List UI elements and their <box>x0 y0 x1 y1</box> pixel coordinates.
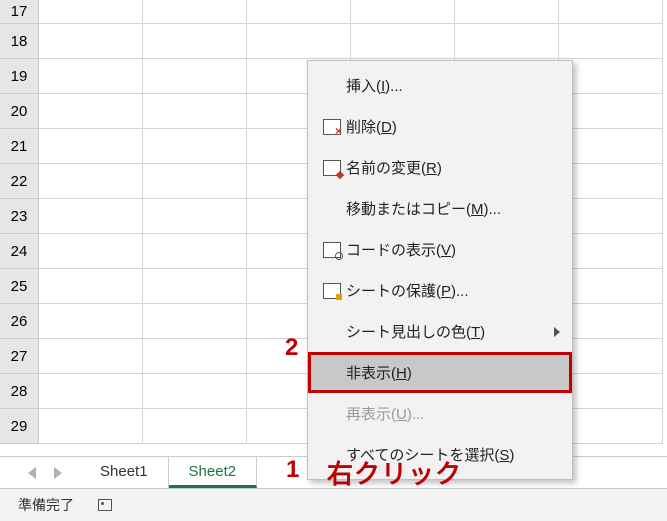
cell[interactable] <box>39 374 143 409</box>
sheet-tab-sheet1[interactable]: Sheet1 <box>80 457 169 488</box>
cell[interactable] <box>559 129 663 164</box>
cell[interactable] <box>39 234 143 269</box>
protect-sheet-icon <box>318 283 346 299</box>
row-header[interactable]: 25 <box>0 269 39 304</box>
cell[interactable] <box>559 164 663 199</box>
annotation-number-2: 2 <box>285 334 298 362</box>
cell[interactable] <box>143 304 247 339</box>
cell[interactable] <box>455 0 559 24</box>
ctx-tabcolor-label: シート見出しの色(T) <box>346 321 554 342</box>
cell[interactable] <box>559 0 663 24</box>
cell[interactable] <box>39 129 143 164</box>
cell[interactable] <box>39 24 143 59</box>
ctx-hide[interactable]: 非表示(H) <box>308 352 572 393</box>
view-code-icon <box>318 242 346 258</box>
submenu-arrow-icon <box>554 327 560 337</box>
sheet-context-menu: 挿入(I)... 削除(D) 名前の変更(R) 移動またはコピー(M)... コ… <box>307 60 573 480</box>
sheet-tab-sheet2[interactable]: Sheet2 <box>169 457 258 488</box>
ctx-movecopy-label: 移動またはコピー(M)... <box>346 198 560 219</box>
cell[interactable] <box>559 304 663 339</box>
ctx-viewcode-label: コードの表示(V) <box>346 239 560 260</box>
cell[interactable] <box>559 374 663 409</box>
cell[interactable] <box>559 339 663 374</box>
row-header[interactable]: 18 <box>0 24 39 59</box>
cell[interactable] <box>559 24 663 59</box>
row-header[interactable]: 17 <box>0 0 39 24</box>
ctx-delete-label: 削除(D) <box>346 116 560 137</box>
cell[interactable] <box>559 59 663 94</box>
row-header[interactable]: 26 <box>0 304 39 339</box>
delete-sheet-icon <box>318 119 346 135</box>
ctx-unhide-label: 再表示(U)... <box>346 403 560 424</box>
annotation-number-1: 1 <box>286 456 299 484</box>
cell[interactable] <box>455 24 559 59</box>
cell[interactable] <box>143 409 247 444</box>
cell[interactable] <box>39 304 143 339</box>
ctx-move-copy[interactable]: 移動またはコピー(M)... <box>308 188 572 229</box>
cell[interactable] <box>247 0 351 24</box>
cell[interactable] <box>39 409 143 444</box>
row-header[interactable]: 28 <box>0 374 39 409</box>
cell[interactable] <box>143 0 247 24</box>
ctx-protect-sheet[interactable]: シートの保護(P)... <box>308 270 572 311</box>
cell[interactable] <box>143 24 247 59</box>
row-header[interactable]: 27 <box>0 339 39 374</box>
status-ready: 準備完了 <box>18 495 74 515</box>
ctx-rename[interactable]: 名前の変更(R) <box>308 147 572 188</box>
cell[interactable] <box>143 164 247 199</box>
row-header[interactable]: 20 <box>0 94 39 129</box>
cell[interactable] <box>143 59 247 94</box>
row-header[interactable]: 23 <box>0 199 39 234</box>
ctx-hide-label: 非表示(H) <box>346 362 560 383</box>
cell[interactable] <box>559 199 663 234</box>
cell[interactable] <box>39 199 143 234</box>
cell[interactable] <box>143 339 247 374</box>
cell[interactable] <box>143 199 247 234</box>
row-header[interactable]: 19 <box>0 59 39 94</box>
status-bar: 準備完了 <box>0 488 667 521</box>
cell[interactable] <box>39 269 143 304</box>
cell[interactable] <box>143 94 247 129</box>
cell[interactable] <box>39 0 143 24</box>
cell[interactable] <box>143 269 247 304</box>
cell[interactable] <box>39 339 143 374</box>
ctx-delete[interactable]: 削除(D) <box>308 106 572 147</box>
cell[interactable] <box>143 374 247 409</box>
cell[interactable] <box>39 164 143 199</box>
cell[interactable] <box>559 409 663 444</box>
cell[interactable] <box>351 24 455 59</box>
rename-icon <box>318 160 346 176</box>
ctx-insert-label: 挿入(I)... <box>346 75 560 96</box>
ctx-view-code[interactable]: コードの表示(V) <box>308 229 572 270</box>
cell[interactable] <box>351 0 455 24</box>
tab-nav-next-icon[interactable] <box>54 467 62 479</box>
cell[interactable] <box>559 94 663 129</box>
tab-nav-prev-icon[interactable] <box>28 467 36 479</box>
cell[interactable] <box>39 59 143 94</box>
row-header[interactable]: 22 <box>0 164 39 199</box>
cell[interactable] <box>143 129 247 164</box>
ctx-tab-color[interactable]: シート見出しの色(T) <box>308 311 572 352</box>
ctx-insert[interactable]: 挿入(I)... <box>308 65 572 106</box>
cell[interactable] <box>39 94 143 129</box>
ctx-unhide: 再表示(U)... <box>308 393 572 434</box>
ctx-protect-label: シートの保護(P)... <box>346 280 560 301</box>
macro-record-icon[interactable] <box>98 499 112 511</box>
ctx-rename-label: 名前の変更(R) <box>346 157 560 178</box>
row-header[interactable]: 21 <box>0 129 39 164</box>
row-header[interactable]: 29 <box>0 409 39 444</box>
cell[interactable] <box>559 269 663 304</box>
cell[interactable] <box>143 234 247 269</box>
row-header[interactable]: 24 <box>0 234 39 269</box>
cell[interactable] <box>247 24 351 59</box>
cell[interactable] <box>559 234 663 269</box>
annotation-right-click: 右クリック <box>327 454 462 491</box>
